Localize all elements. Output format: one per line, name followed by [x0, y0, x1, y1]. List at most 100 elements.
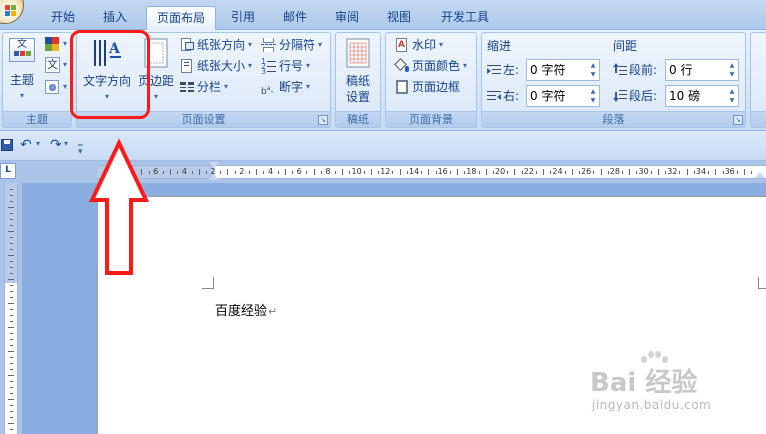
indent-right-label-wrap: 右:	[487, 85, 519, 107]
manuscript-settings-button[interactable]: 稿纸 设置	[338, 35, 378, 109]
redo-dropdown-icon[interactable]: ▾	[64, 139, 68, 148]
spacing-before-label-wrap: 段前:	[613, 59, 657, 81]
vertical-ruler-tick	[10, 363, 13, 364]
theme-effects-button[interactable]: ▾	[44, 79, 70, 97]
vertical-ruler-margin	[5, 183, 17, 283]
ruler-tick-label: 6	[296, 167, 302, 176]
vertical-ruler-tick	[10, 249, 13, 250]
vertical-ruler-tick	[10, 321, 13, 322]
breaks-button[interactable]: 分隔符 ▾	[261, 36, 322, 54]
theme-colors-button[interactable]: ▾	[44, 36, 70, 54]
group-arrange-partial	[750, 32, 766, 128]
watermark-label: 水印	[412, 38, 437, 52]
vertical-ruler-tick	[10, 219, 13, 220]
ruler-minor-tick	[629, 169, 631, 175]
indent-right-value: 0 字符	[530, 89, 566, 103]
vertical-ruler-tick	[10, 339, 13, 340]
tab-references[interactable]: 引用	[222, 6, 264, 30]
crop-mark-top-left	[202, 277, 214, 289]
line-numbers-button[interactable]: 1 2 3 行号 ▾	[261, 57, 310, 76]
indent-left-input[interactable]: 0 字符 ▲ ▼	[526, 59, 600, 81]
tab-view[interactable]: 视图	[378, 6, 420, 30]
ruler-tick-label: 28	[609, 167, 620, 176]
indent-left-spin-icon[interactable]: ▲ ▼	[588, 61, 598, 79]
indent-right-icon	[487, 89, 501, 103]
tab-page-layout[interactable]: 页面布局	[146, 6, 216, 31]
hyphenation-button[interactable]: ba- 断字 ▾	[261, 78, 311, 97]
theme-fonts-button[interactable]: 文 ▾	[44, 57, 70, 75]
ruler-tick-label: 34	[695, 167, 707, 176]
ruler-minor-tick	[277, 171, 279, 174]
paper-size-icon	[179, 58, 195, 74]
ruler-tick-label: 12	[380, 167, 391, 176]
ruler-minor-tick	[284, 169, 286, 175]
ruler-indent-marker-icon[interactable]	[209, 162, 219, 182]
vertical-ruler-tick	[8, 375, 14, 376]
size-button[interactable]: 纸张大小 ▾	[179, 57, 252, 75]
redo-icon[interactable]: ↷	[50, 136, 62, 154]
ruler-tick-label: 8	[325, 167, 331, 176]
vertical-ruler-tick	[10, 309, 13, 310]
customize-qat-icon[interactable]: ‗ ▾	[78, 137, 83, 157]
spacing-after-input[interactable]: 10 磅 ▲ ▼	[665, 85, 739, 107]
undo-dropdown-icon[interactable]: ▾	[36, 139, 40, 148]
ruler-tick-label: 10	[351, 167, 362, 176]
ruler-minor-tick	[205, 171, 207, 174]
vertical-ruler-tick	[8, 399, 14, 400]
theme-fonts-dropdown-icon: ▾	[63, 60, 68, 69]
watermark-button[interactable]: A 水印 ▾	[394, 36, 443, 54]
ruler-tick-label: 30	[638, 167, 649, 176]
vertical-ruler-tick	[10, 357, 13, 358]
breaks-dropdown-icon: ▾	[318, 40, 323, 49]
vertical-ruler-tick	[10, 243, 13, 244]
columns-button[interactable]: 分栏 ▾	[179, 78, 228, 96]
vertical-ruler-tick	[10, 273, 13, 274]
paragraph-launcher-icon[interactable]: ↘	[733, 115, 743, 125]
page-borders-button[interactable]: 页面边框	[394, 78, 460, 96]
spacing-before-value: 0 行	[669, 63, 693, 77]
office-logo-icon	[5, 5, 17, 17]
tab-home[interactable]: 开始	[42, 6, 84, 30]
vertical-ruler-tick	[10, 417, 13, 418]
spacing-before-spin-icon[interactable]: ▲ ▼	[727, 61, 737, 79]
group-label-paragraph: 段落	[482, 111, 745, 127]
horizontal-ruler[interactable]: 864224681012141618202224262830323436	[97, 162, 766, 182]
themes-button[interactable]: 文 主题 ▾	[6, 36, 38, 108]
office-button[interactable]	[0, 0, 24, 24]
tab-mailings[interactable]: 邮件	[274, 6, 316, 30]
ruler-minor-tick	[579, 171, 581, 174]
page-setup-launcher-icon[interactable]: ↘	[318, 115, 328, 125]
undo-icon[interactable]: ↶	[20, 136, 32, 154]
group-page-background: A 水印 ▾ 页面颜色 ▾ 页面边框 页面背景	[385, 32, 477, 128]
vertical-ruler[interactable]	[0, 183, 22, 434]
spacing-after-label-wrap: 段后:	[613, 85, 657, 107]
hyphenation-dropdown-icon: ▾	[306, 82, 311, 91]
indent-left-value: 0 字符	[530, 63, 566, 77]
ruler-minor-tick	[342, 169, 344, 175]
ruler-minor-tick	[478, 171, 480, 174]
spacing-before-input[interactable]: 0 行 ▲ ▼	[665, 59, 739, 81]
ruler-tab-selector[interactable]: L	[0, 163, 16, 179]
tab-review[interactable]: 审阅	[326, 6, 368, 30]
ruler-minor-tick	[335, 171, 337, 174]
ruler-minor-tick	[636, 171, 638, 174]
vertical-ruler-tick	[10, 291, 13, 292]
ruler-minor-tick	[693, 171, 695, 174]
ruler-minor-tick	[571, 169, 573, 175]
page-color-button[interactable]: 页面颜色 ▾	[394, 57, 467, 75]
ruler-minor-tick	[492, 171, 494, 174]
hyphenation-icon: ba-	[261, 85, 274, 97]
ruler-right-indent-icon[interactable]	[755, 172, 765, 178]
indent-right-input[interactable]: 0 字符 ▲ ▼	[526, 85, 600, 107]
orientation-label: 纸张方向	[197, 38, 246, 52]
tab-insert[interactable]: 插入	[94, 6, 136, 30]
spacing-after-spin-icon[interactable]: ▲ ▼	[727, 87, 737, 105]
ruler-minor-tick	[650, 171, 652, 174]
ruler-minor-tick	[234, 171, 236, 174]
orientation-button[interactable]: 纸张方向 ▾	[179, 36, 252, 54]
tab-developer[interactable]: 开发工具	[430, 6, 500, 30]
vertical-ruler-tick	[10, 225, 13, 226]
document-text[interactable]: 百度经验↵	[215, 300, 277, 319]
indent-right-spin-icon[interactable]: ▲ ▼	[588, 87, 598, 105]
save-icon[interactable]	[1, 139, 13, 151]
